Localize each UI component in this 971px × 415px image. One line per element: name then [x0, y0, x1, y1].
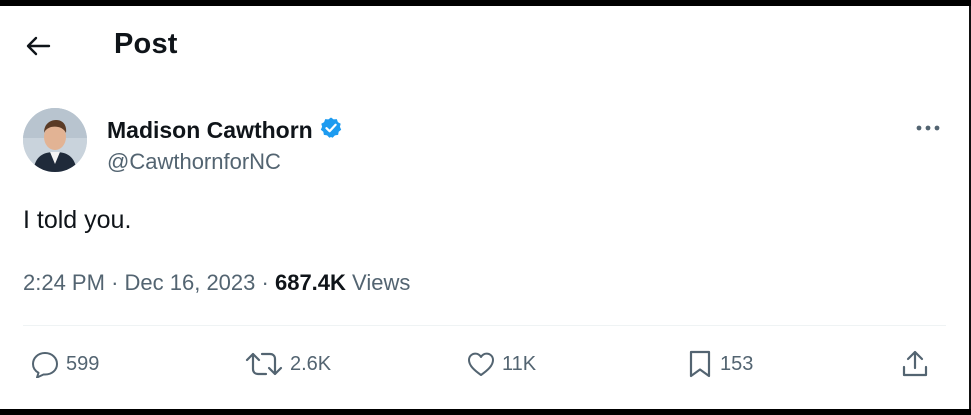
- views-count[interactable]: 687.4K: [275, 270, 346, 295]
- reply-count: 599: [66, 352, 100, 375]
- author-display-name[interactable]: Madison Cawthorn: [107, 117, 313, 144]
- bookmark-icon: [686, 349, 714, 379]
- views-label: Views: [352, 270, 411, 295]
- repost-count: 2.6K: [290, 352, 332, 375]
- avatar[interactable]: [23, 108, 87, 172]
- more-options-button[interactable]: [906, 112, 950, 144]
- heart-icon: [466, 350, 496, 378]
- reply-button[interactable]: 599: [30, 346, 99, 382]
- post-meta: 2:24 PM · Dec 16, 2023 · 687.4K Views: [23, 270, 410, 296]
- page-title: Post: [114, 28, 178, 60]
- meta-separator: ·: [261, 270, 269, 295]
- reply-icon: [30, 350, 60, 378]
- bookmark-count: 153: [720, 352, 754, 375]
- meta-separator: ·: [111, 270, 119, 295]
- divider: [23, 325, 946, 326]
- repost-icon: [244, 350, 284, 378]
- post-text: I told you.: [23, 206, 132, 234]
- author-name[interactable]: Madison Cawthorn: [107, 116, 343, 145]
- post-time[interactable]: 2:24 PM: [23, 270, 105, 295]
- post-card: Post Madison Cawthorn @CawthornforNC I t…: [0, 6, 971, 409]
- like-button[interactable]: 11K: [466, 346, 536, 382]
- post-header: Post: [0, 6, 969, 86]
- like-count: 11K: [502, 352, 537, 375]
- more-horizontal-icon: [915, 119, 941, 137]
- bookmark-button[interactable]: 153: [686, 346, 753, 382]
- verified-badge-icon: [319, 116, 343, 145]
- share-button[interactable]: [900, 346, 930, 382]
- arrow-left-icon: [25, 35, 51, 62]
- back-button[interactable]: [20, 30, 56, 66]
- share-icon: [900, 349, 930, 379]
- repost-button[interactable]: 2.6K: [244, 346, 331, 382]
- author-handle[interactable]: @CawthornforNC: [107, 149, 281, 175]
- post-date[interactable]: Dec 16, 2023: [125, 270, 256, 295]
